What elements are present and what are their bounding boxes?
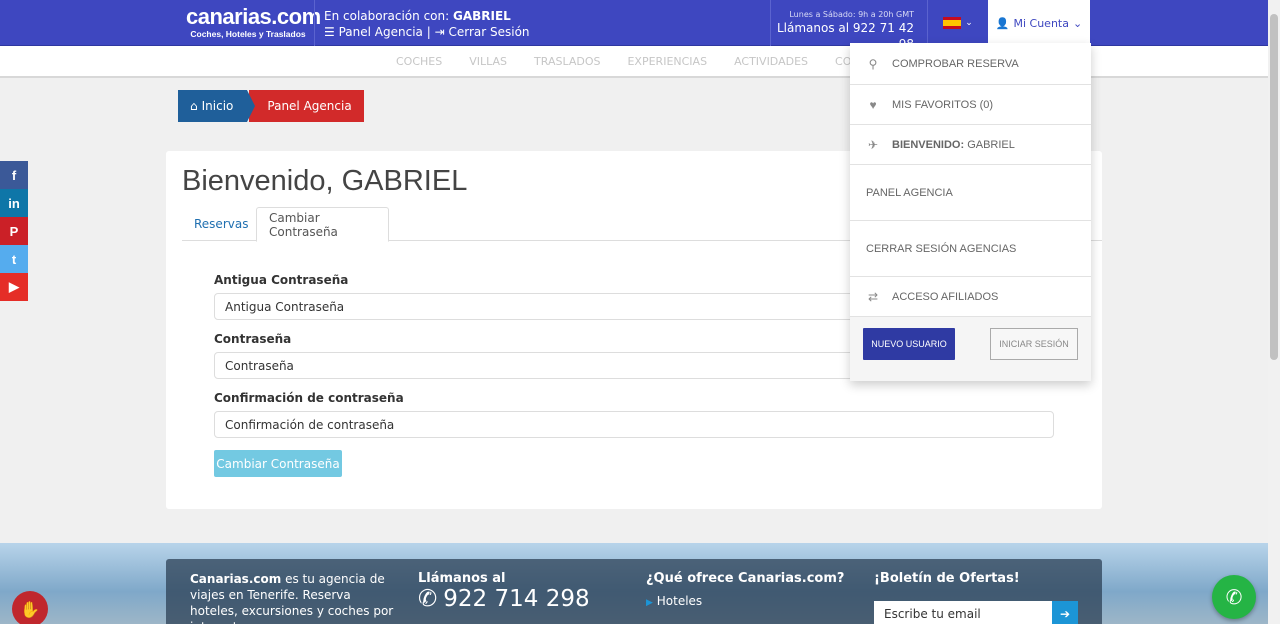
- user-icon: 👤: [995, 16, 1010, 30]
- newsletter-email-input[interactable]: Escribe tu email: [874, 601, 1052, 624]
- breadcrumb: ⌂ Inicio Panel Agencia: [178, 90, 364, 122]
- whatsapp-icon: ✆: [1225, 585, 1243, 609]
- nav-item-villas[interactable]: VILLAS: [469, 55, 507, 68]
- footer-content: Canarias.com es tu agencia de viajes en …: [166, 559, 1102, 624]
- nav-item-traslados[interactable]: TRASLADOS: [534, 55, 600, 68]
- welcome-prefix: BIENVENIDO:: [892, 138, 965, 151]
- dropdown-check-booking[interactable]: ⚲ COMPROBAR RESERVA: [850, 43, 1091, 85]
- nav-item-actividades[interactable]: ACTIVIDADES: [734, 55, 808, 68]
- youtube-icon[interactable]: ▶: [0, 273, 28, 301]
- old-password-label: Antigua Contraseña: [214, 273, 349, 287]
- footer-offers-title: ¿Qué ofrece Canarias.com?: [646, 571, 845, 586]
- breadcrumb-home[interactable]: ⌂ Inicio: [178, 90, 256, 122]
- dropdown-favorites[interactable]: ♥ MIS FAVORITOS (0): [850, 85, 1091, 125]
- logo-tagline: Coches, Hoteles y Traslados: [190, 29, 306, 39]
- nav-item-coches[interactable]: COCHES: [396, 55, 442, 68]
- search-icon: ⚲: [868, 56, 878, 71]
- sign-out-icon: ⇥: [434, 25, 445, 39]
- dropdown-affiliates[interactable]: ⇄ ACCESO AFILIADOS: [850, 277, 1091, 317]
- footer-phone-number: 922 714 298: [443, 586, 590, 612]
- cookie-settings-button[interactable]: ✋: [12, 591, 48, 624]
- footer-about: Canarias.com es tu agencia de viajes en …: [190, 571, 396, 624]
- footer-call-title: Llámanos al: [418, 571, 506, 586]
- confirm-password-label: Confirmación de contraseña: [214, 391, 404, 405]
- home-icon: ⌂: [190, 99, 198, 113]
- collaboration-info: En colaboración con: GABRIEL ☰ Panel Age…: [314, 0, 530, 46]
- plane-icon: ✈: [867, 137, 879, 152]
- pinterest-icon[interactable]: P: [0, 217, 28, 245]
- dropdown-welcome: ✈ BIENVENIDO: GABRIEL: [850, 125, 1091, 165]
- language-selector[interactable]: ⌄: [928, 0, 988, 46]
- collab-name: GABRIEL: [452, 9, 511, 23]
- welcome-name: GABRIEL: [967, 138, 1015, 151]
- heart-icon: ♥: [869, 97, 877, 112]
- arrow-right-icon: ➔: [1059, 607, 1071, 621]
- logout-link[interactable]: ⇥ Cerrar Sesión: [435, 25, 530, 39]
- linkedin-icon[interactable]: in: [0, 189, 28, 217]
- link-separator: |: [426, 25, 431, 39]
- newsletter-submit-button[interactable]: ➔: [1052, 601, 1078, 624]
- spain-flag-icon: [943, 17, 962, 29]
- nav-item-experiencias[interactable]: EXPERIENCIAS: [627, 55, 707, 68]
- panel-agencia-link[interactable]: ☰ Panel Agencia: [324, 25, 423, 39]
- my-account-label: Mi Cuenta: [1013, 16, 1069, 30]
- footer-brand: Canarias.com: [190, 572, 282, 586]
- login-button[interactable]: INICIAR SESIÓN: [990, 328, 1078, 360]
- dropdown-logout-agencias[interactable]: CERRAR SESIÓN AGENCIAS: [850, 221, 1091, 277]
- footer: Canarias.com es tu agencia de viajes en …: [0, 543, 1268, 624]
- top-header: canarias.com Coches, Hoteles y Traslados…: [0, 0, 1268, 51]
- cookie-icon: ✋: [20, 599, 40, 619]
- logout-label: Cerrar Sesión: [448, 25, 530, 39]
- logout-agencias-label: CERRAR SESIÓN AGENCIAS: [866, 242, 1017, 255]
- handshake-icon: ⇄: [867, 289, 879, 304]
- whatsapp-button[interactable]: ✆: [1212, 575, 1256, 619]
- breadcrumb-current: Panel Agencia: [249, 90, 364, 122]
- chevron-down-icon: ⌄: [1072, 16, 1083, 30]
- dropdown-panel-agencia[interactable]: PANEL AGENCIA: [850, 165, 1091, 221]
- chevron-down-icon: ⌄: [965, 18, 973, 28]
- favorites-label: MIS FAVORITOS (0): [892, 98, 994, 111]
- site-logo[interactable]: canarias.com Coches, Hoteles y Traslados: [186, 4, 321, 40]
- account-dropdown: ⚲ COMPROBAR RESERVA ♥ MIS FAVORITOS (0) …: [850, 43, 1091, 381]
- newsletter-title: ¡Boletín de Ofertas!: [874, 571, 1020, 586]
- tab-change-password[interactable]: Cambiar Contraseña: [256, 207, 389, 242]
- phone-info: Lunes a Sábado: 9h a 20h GMT Llámanos al…: [770, 0, 928, 51]
- page-title: Bienvenido, GABRIEL: [182, 165, 468, 197]
- affiliates-label: ACCESO AFILIADOS: [892, 290, 999, 303]
- change-password-button[interactable]: Cambiar Contraseña: [214, 450, 342, 477]
- new-password-label: Contraseña: [214, 332, 292, 346]
- logo-text: canarias.com: [186, 4, 321, 29]
- social-sidebar: f in P t ▶: [0, 161, 28, 301]
- scrollbar-thumb[interactable]: [1270, 14, 1278, 360]
- page-scrollbar[interactable]: [1268, 0, 1280, 624]
- panel-agencia-label: PANEL AGENCIA: [866, 186, 953, 199]
- collab-prefix: En colaboración con:: [324, 9, 450, 23]
- twitter-icon[interactable]: t: [0, 245, 28, 273]
- list-icon: ☰: [324, 25, 335, 39]
- breadcrumb-home-label: Inicio: [201, 99, 234, 113]
- confirm-password-field[interactable]: Confirmación de contraseña: [214, 411, 1054, 438]
- footer-newsletter: ¡Boletín de Ofertas!: [874, 571, 1084, 593]
- panel-agencia-label: Panel Agencia: [338, 25, 423, 39]
- opening-hours: Lunes a Sábado: 9h a 20h GMT: [789, 10, 914, 19]
- footer-phone[interactable]: ✆ 922 714 298: [418, 586, 618, 612]
- tab-reservas[interactable]: Reservas: [182, 207, 260, 241]
- new-user-button[interactable]: NUEVO USUARIO: [863, 328, 955, 360]
- facebook-icon[interactable]: f: [0, 161, 28, 189]
- check-booking-label: COMPROBAR RESERVA: [892, 57, 1019, 70]
- phone-icon: ✆: [418, 586, 438, 612]
- footer-call: Llámanos al ✆ 922 714 298: [418, 571, 618, 612]
- footer-offers: ¿Qué ofrece Canarias.com? ▶ Hoteles: [646, 571, 856, 611]
- footer-offer-hoteles[interactable]: ▶ Hoteles: [646, 593, 856, 611]
- my-account-button[interactable]: 👤 Mi Cuenta ⌄: [988, 0, 1090, 46]
- welcome-text: BIENVENIDO: GABRIEL: [892, 139, 1015, 151]
- caret-right-icon: ▶: [646, 598, 653, 608]
- footer-offer-label: Hoteles: [656, 594, 703, 608]
